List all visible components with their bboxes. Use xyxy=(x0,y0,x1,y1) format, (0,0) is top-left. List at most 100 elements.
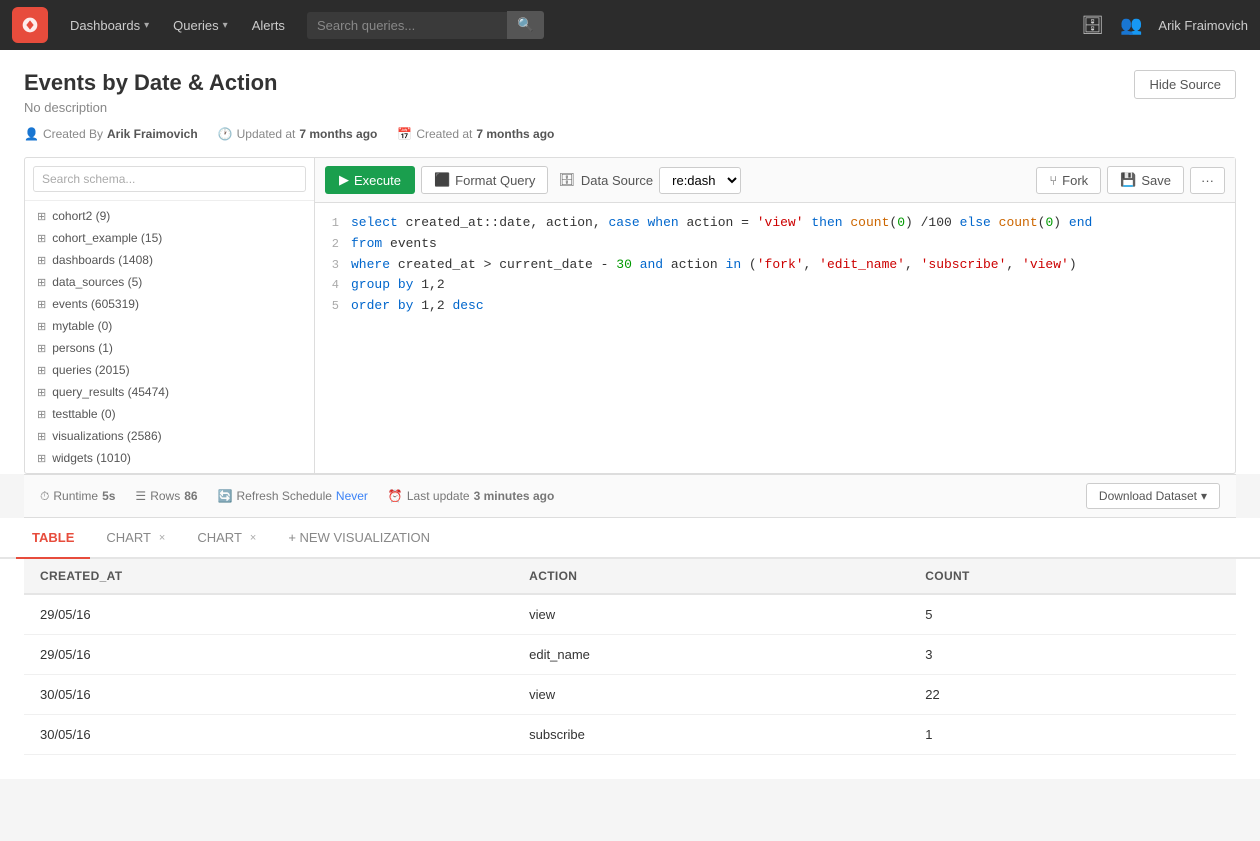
schema-item[interactable]: ⊞queries (2015) xyxy=(25,359,314,381)
line-content: group by 1,2 xyxy=(351,275,1235,296)
code-editor[interactable]: 1select created_at::date, action, case w… xyxy=(315,203,1235,403)
created-when: 7 months ago xyxy=(476,127,554,141)
code-token: desc xyxy=(452,298,483,313)
table-row: 29/05/16edit_name3 xyxy=(24,635,1236,675)
tab-close-icon[interactable]: × xyxy=(250,532,256,544)
code-token: created_at > current_date - xyxy=(390,257,616,272)
users-icon[interactable]: 👥 xyxy=(1120,15,1142,36)
tab--new-visualization-3[interactable]: + NEW VISUALIZATION xyxy=(272,518,446,559)
line-number: 3 xyxy=(315,256,351,275)
format-icon: ⬛ xyxy=(434,172,450,188)
update-icon: ⏰ xyxy=(388,489,403,503)
schema-search-input[interactable] xyxy=(33,166,306,192)
code-token: case xyxy=(608,215,639,230)
more-options-button[interactable]: ··· xyxy=(1190,167,1225,194)
datasource-select[interactable]: re:dash xyxy=(659,167,741,194)
code-token xyxy=(632,257,640,272)
format-query-button[interactable]: ⬛ Format Query xyxy=(421,166,548,194)
schema-item[interactable]: ⊞data_sources (5) xyxy=(25,271,314,293)
title-section: Events by Date & Action No description 👤… xyxy=(24,70,1134,157)
schema-item[interactable]: ⊞query_results (45474) xyxy=(25,381,314,403)
schema-item-label: persons (1) xyxy=(52,341,113,355)
table-icon: ⊞ xyxy=(37,254,46,267)
schema-item[interactable]: ⊞ events (605319) xyxy=(25,293,314,315)
code-token: action = xyxy=(679,215,757,230)
download-dataset-button[interactable]: Download Dataset ▾ xyxy=(1086,483,1220,509)
app-logo[interactable] xyxy=(12,7,48,43)
save-button[interactable]: 💾 Save xyxy=(1107,166,1184,194)
data-table-wrapper: CREATED_ATACTIONCOUNT29/05/16view529/05/… xyxy=(0,559,1260,779)
table-column-header: CREATED_AT xyxy=(24,559,513,594)
nav-dashboards[interactable]: Dashboards ▾ xyxy=(60,12,159,39)
code-line: 2from events xyxy=(315,234,1235,255)
created-at-meta: 📅 Created at 7 months ago xyxy=(397,127,554,141)
refresh-value[interactable]: Never xyxy=(336,489,368,503)
fork-icon: ⑂ xyxy=(1049,173,1057,188)
tab-table-0[interactable]: TABLE xyxy=(16,518,90,559)
schema-list: ⊞cohort2 (9)⊞cohort_example (15)⊞dashboa… xyxy=(25,201,314,473)
line-number: 2 xyxy=(315,235,351,254)
schema-item[interactable]: ⊞cohort2 (9) xyxy=(25,205,314,227)
code-token: , xyxy=(905,257,921,272)
code-token: group xyxy=(351,277,390,292)
toolbar-right: ⑂ Fork 💾 Save ··· xyxy=(1036,166,1225,194)
editor-panel: ▶ Execute ⬛ Format Query 🗄 Data Source r… xyxy=(315,158,1235,473)
code-token: from xyxy=(351,236,382,251)
schema-item[interactable]: ⊞dashboards (1408) xyxy=(25,249,314,271)
topnav-right: 🗄 👥 Arik Fraimovich xyxy=(1081,15,1248,36)
search-input[interactable] xyxy=(307,12,507,39)
execute-button[interactable]: ▶ Execute xyxy=(325,166,415,194)
code-token: where xyxy=(351,257,390,272)
code-token: ( xyxy=(741,257,757,272)
table-icon: ⊞ xyxy=(37,298,46,311)
hide-source-button[interactable]: Hide Source xyxy=(1134,70,1236,99)
code-token xyxy=(390,277,398,292)
code-line: 1select created_at::date, action, case w… xyxy=(315,213,1235,234)
results-table: CREATED_ATACTIONCOUNT29/05/16view529/05/… xyxy=(24,559,1236,755)
schema-item[interactable]: ⊞mytable (0) xyxy=(25,315,314,337)
schema-item[interactable]: ⊞persons (1) xyxy=(25,337,314,359)
tab-label: CHART xyxy=(197,530,242,545)
code-token: and xyxy=(640,257,663,272)
schema-item[interactable]: ⊞widgets (1010) xyxy=(25,447,314,469)
code-line: 5order by 1,2 desc xyxy=(315,296,1235,317)
cell-action: view xyxy=(513,675,909,715)
code-token: count xyxy=(999,215,1038,230)
line-number: 5 xyxy=(315,297,351,316)
editor-toolbar: ▶ Execute ⬛ Format Query 🗄 Data Source r… xyxy=(315,158,1235,203)
tab-chart-2[interactable]: CHART × xyxy=(181,518,272,559)
cell-action: edit_name xyxy=(513,635,909,675)
nav-alerts[interactable]: Alerts xyxy=(242,12,295,39)
runtime-stat: ⏱ Runtime 5s xyxy=(40,489,115,504)
line-number: 1 xyxy=(315,214,351,233)
rows-stat: ☰ Rows 86 xyxy=(135,489,197,503)
table-icon: ⊞ xyxy=(37,386,46,399)
cell-count: 3 xyxy=(909,635,1236,675)
schema-item[interactable]: ⊞visualizations (2586) xyxy=(25,425,314,447)
user-menu[interactable]: Arik Fraimovich xyxy=(1158,18,1248,33)
line-content: where created_at > current_date - 30 and… xyxy=(351,255,1235,276)
code-token: , xyxy=(1006,257,1022,272)
cell-count: 22 xyxy=(909,675,1236,715)
schema-item[interactable]: ⊞testtable (0) xyxy=(25,403,314,425)
code-token: 1,2 xyxy=(413,298,452,313)
tab-chart-1[interactable]: CHART× xyxy=(90,518,181,559)
tab-close-icon[interactable]: × xyxy=(159,532,165,544)
schema-item-label: events (605319) xyxy=(52,297,139,311)
nav-queries[interactable]: Queries ▾ xyxy=(163,12,238,39)
clock-icon: ⏱ xyxy=(40,489,49,504)
table-icon: ⊞ xyxy=(37,210,46,223)
database-icon[interactable]: 🗄 xyxy=(1081,15,1104,36)
results-bar: ⏱ Runtime 5s ☰ Rows 86 🔄 Refresh Schedul… xyxy=(24,474,1236,518)
line-content: select created_at::date, action, case wh… xyxy=(351,213,1235,234)
search-button[interactable]: 🔍 xyxy=(507,11,544,39)
updated-when: 7 months ago xyxy=(299,127,377,141)
clock-icon: 🕐 xyxy=(218,127,233,141)
schema-item[interactable]: ⊞cohort_example (15) xyxy=(25,227,314,249)
cell-count: 5 xyxy=(909,594,1236,635)
play-icon: ▶ xyxy=(339,172,349,188)
author-name: Arik Fraimovich xyxy=(107,127,198,141)
fork-button[interactable]: ⑂ Fork xyxy=(1036,167,1101,194)
code-token: end xyxy=(1069,215,1092,230)
top-navigation: Dashboards ▾ Queries ▾ Alerts 🔍 🗄 👥 Arik… xyxy=(0,0,1260,50)
